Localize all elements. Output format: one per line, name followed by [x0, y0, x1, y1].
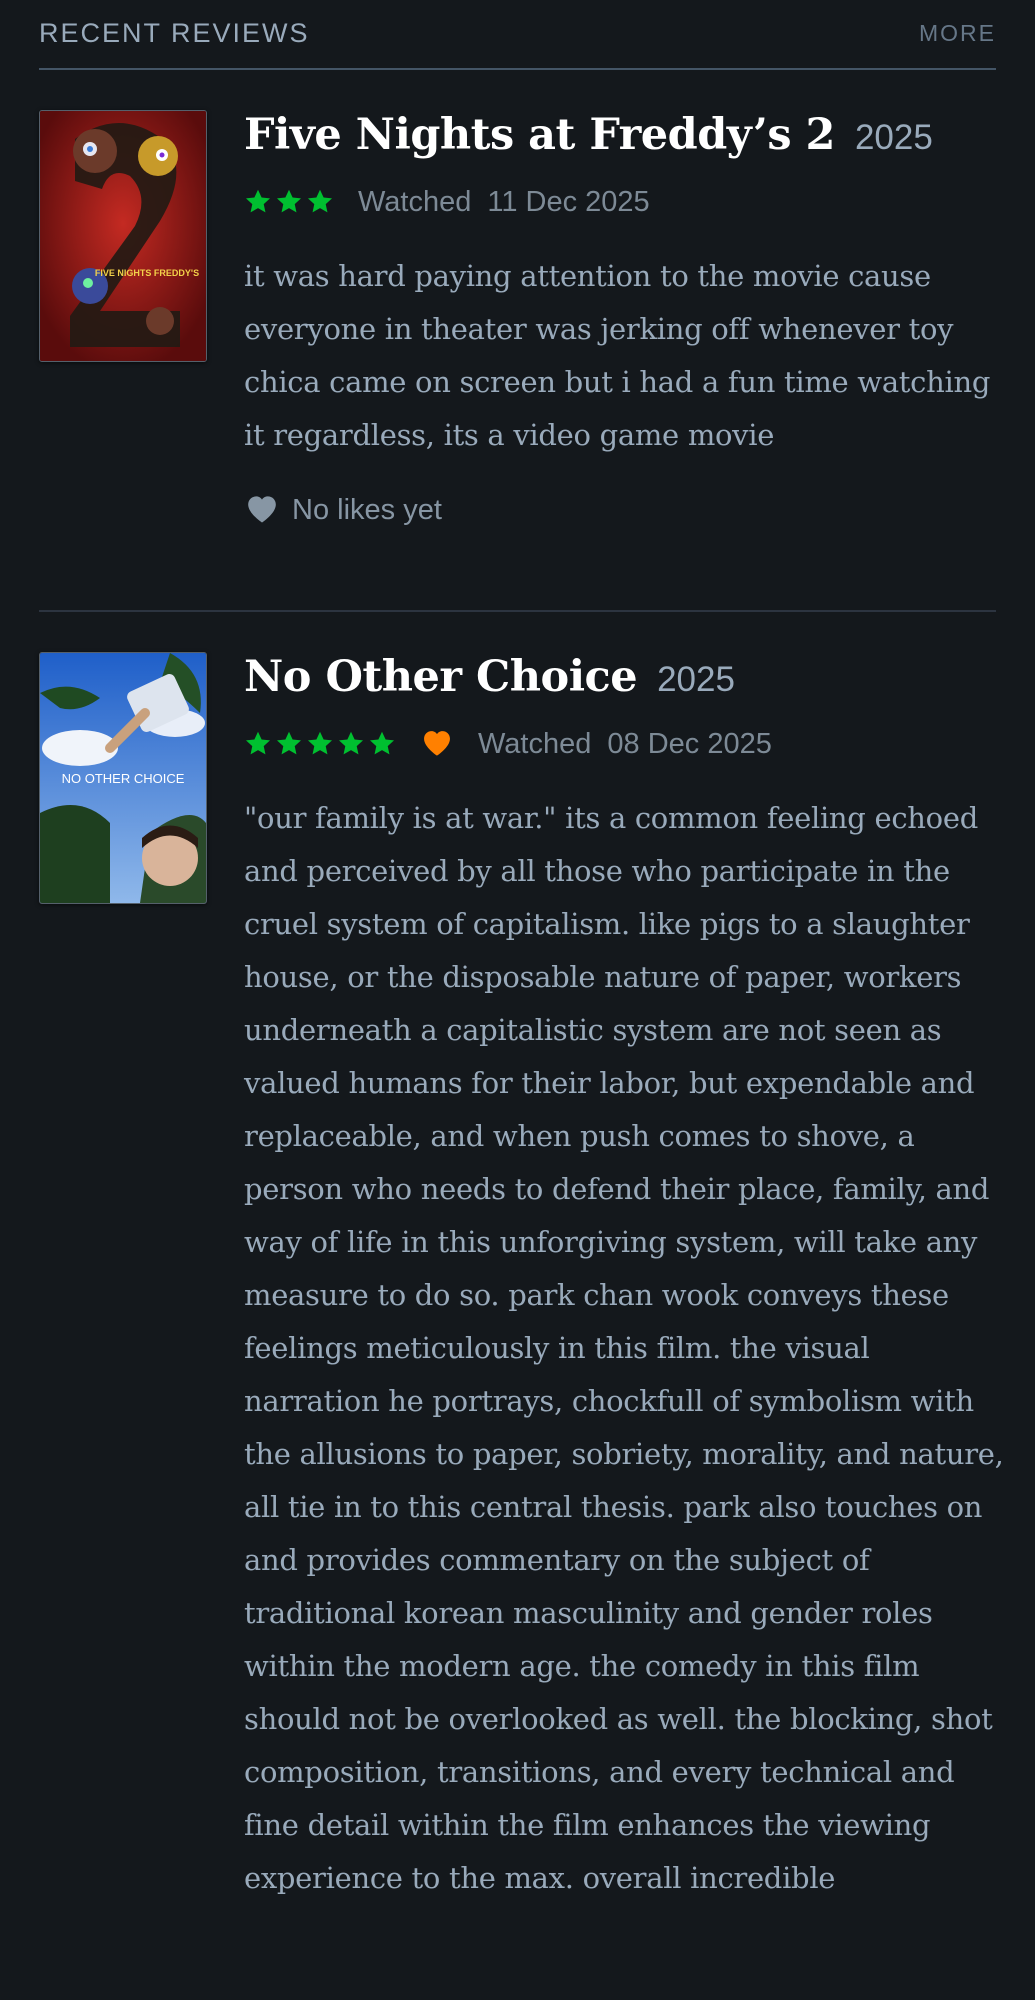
review-meta: Watched 08 Dec 2025	[244, 724, 1004, 764]
likes-row: No likes yet	[244, 492, 1004, 529]
review-meta: Watched 11 Dec 2025	[244, 182, 1004, 222]
no-other-choice-poster-art: NO OTHER CHOICE	[40, 653, 206, 903]
watched-date[interactable]: 08 Dec 2025	[607, 728, 771, 761]
watched-label: Watched	[358, 185, 472, 218]
review-text[interactable]: it was hard paying attention to the movi…	[244, 250, 1004, 462]
liked-heart-icon	[420, 727, 454, 762]
star-icon	[244, 730, 272, 758]
film-poster[interactable]: FIVE NIGHTS FREDDY'S	[39, 110, 207, 362]
heart-icon[interactable]	[244, 492, 280, 529]
star-icon	[337, 730, 365, 758]
film-year[interactable]: 2025	[657, 660, 735, 699]
review-text[interactable]: "our family is at war." its a common fee…	[244, 792, 1004, 1905]
star-icon	[275, 188, 303, 216]
poster-caption: NO OTHER CHOICE	[62, 771, 185, 786]
review-body: Five Nights at Freddy’s 2 2025 Watched 11…	[244, 110, 1004, 529]
poster-caption: FIVE NIGHTS FREDDY'S	[95, 268, 199, 278]
title-row: Five Nights at Freddy’s 2 2025	[244, 110, 1004, 170]
star-icon	[306, 188, 334, 216]
likes-count: No likes yet	[292, 494, 442, 526]
review-divider	[39, 610, 996, 612]
section-title: RECENT REVIEWS	[39, 18, 310, 48]
watched-date[interactable]: 11 Dec 2025	[487, 186, 649, 219]
title-row: No Other Choice 2025	[244, 652, 1004, 712]
film-poster[interactable]: NO OTHER CHOICE	[39, 652, 207, 904]
review-body: No Other Choice 2025 Watched 08 Dec 2025 …	[244, 652, 1004, 1905]
section-header: RECENT REVIEWS MORE	[39, 0, 996, 70]
star-rating	[244, 730, 396, 758]
star-icon	[275, 730, 303, 758]
watched-label: Watched	[478, 727, 592, 760]
film-year[interactable]: 2025	[855, 118, 933, 157]
star-rating	[244, 188, 334, 216]
star-icon	[244, 188, 272, 216]
more-link[interactable]: MORE	[919, 20, 996, 47]
film-title-link[interactable]: No Other Choice	[244, 652, 638, 702]
star-icon	[368, 730, 396, 758]
film-title-link[interactable]: Five Nights at Freddy’s 2	[244, 110, 835, 160]
star-icon	[306, 730, 334, 758]
fnaf-poster-art: FIVE NIGHTS FREDDY'S	[40, 111, 206, 361]
